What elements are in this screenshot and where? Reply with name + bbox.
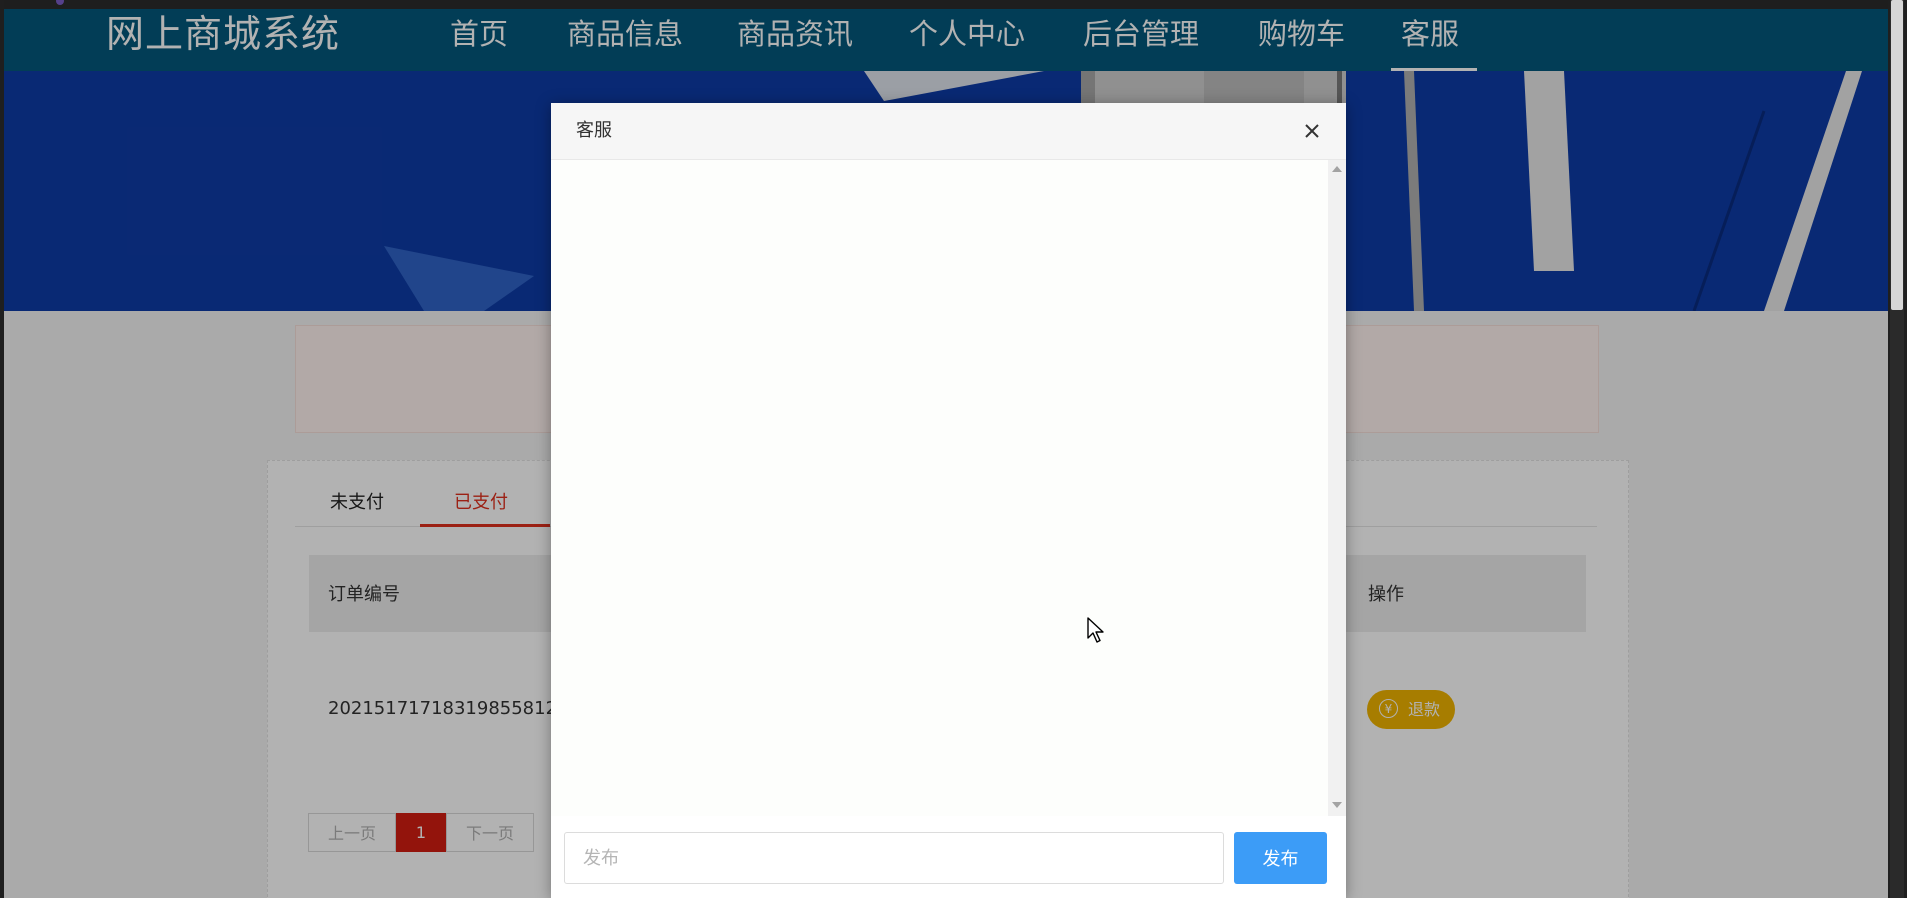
chat-input[interactable]: [564, 832, 1224, 884]
chat-message-area[interactable]: [551, 160, 1328, 816]
dialog-title: 客服: [576, 120, 612, 141]
page-scrollbar-thumb[interactable]: [1891, 0, 1903, 310]
page-scrollbar[interactable]: [1888, 0, 1907, 898]
chat-scrollbar[interactable]: [1328, 160, 1346, 816]
dialog-header: 客服: [551, 103, 1346, 160]
scroll-up-icon[interactable]: [1332, 166, 1342, 172]
close-icon[interactable]: [1298, 117, 1326, 145]
send-button[interactable]: 发布: [1234, 832, 1327, 884]
scroll-down-icon[interactable]: [1332, 802, 1342, 808]
chat-dialog: 客服 发布: [551, 103, 1346, 898]
mouse-cursor-icon: [1087, 617, 1104, 643]
